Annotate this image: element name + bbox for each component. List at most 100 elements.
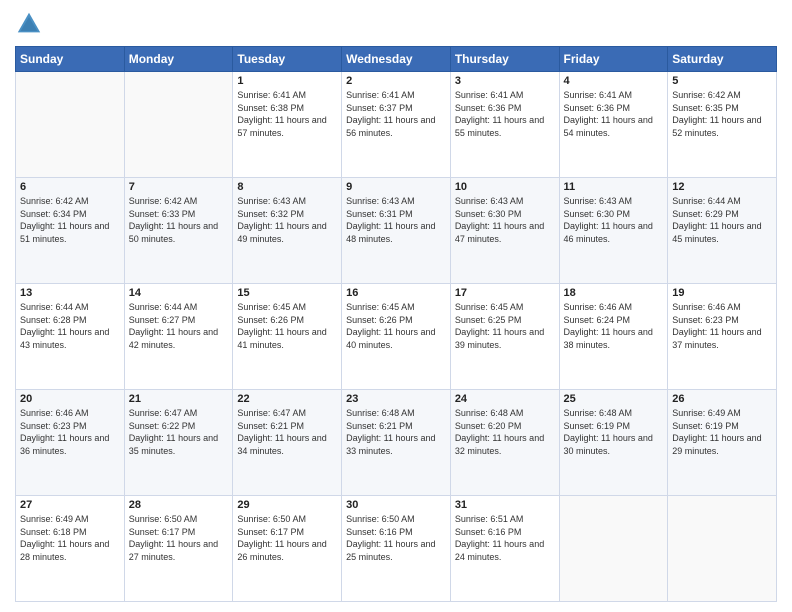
day-number: 25 xyxy=(564,393,664,405)
calendar-cell: 1 Sunrise: 6:41 AMSunset: 6:38 PMDaylight… xyxy=(233,72,342,178)
weekday-header-sunday: Sunday xyxy=(16,47,125,72)
day-number: 14 xyxy=(129,287,229,299)
calendar-cell xyxy=(16,72,125,178)
calendar-cell: 2 Sunrise: 6:41 AMSunset: 6:37 PMDaylight… xyxy=(342,72,451,178)
day-number: 23 xyxy=(346,393,446,405)
day-info: Sunrise: 6:44 AMSunset: 6:27 PMDaylight:… xyxy=(129,301,229,351)
calendar-cell: 7 Sunrise: 6:42 AMSunset: 6:33 PMDaylight… xyxy=(124,178,233,284)
day-number: 28 xyxy=(129,499,229,511)
header xyxy=(15,10,777,38)
day-info: Sunrise: 6:42 AMSunset: 6:33 PMDaylight:… xyxy=(129,195,229,245)
day-info: Sunrise: 6:50 AMSunset: 6:16 PMDaylight:… xyxy=(346,513,446,563)
calendar-cell: 13Sunrise: 6:44 AMSunset: 6:28 PMDayligh… xyxy=(16,284,125,390)
page: SundayMondayTuesdayWednesdayThursdayFrid… xyxy=(0,0,792,612)
day-info: Sunrise: 6:43 AMSunset: 6:30 PMDaylight:… xyxy=(564,195,664,245)
day-info: Sunrise: 6:41 AMSunset: 6:37 PMDaylight:… xyxy=(346,89,446,139)
day-number: 10 xyxy=(455,181,555,193)
day-number: 5 xyxy=(672,75,772,87)
day-info: Sunrise: 6:48 AMSunset: 6:20 PMDaylight:… xyxy=(455,407,555,457)
calendar-cell: 8Sunrise: 6:43 AMSunset: 6:32 PMDaylight… xyxy=(233,178,342,284)
calendar-cell: 21 Sunrise: 6:47 AMSunset: 6:22 PMDayligh… xyxy=(124,390,233,496)
day-number: 12 xyxy=(672,181,772,193)
calendar-cell: 11Sunrise: 6:43 AMSunset: 6:30 PMDayligh… xyxy=(559,178,668,284)
day-info: Sunrise: 6:49 AMSunset: 6:19 PMDaylight:… xyxy=(672,407,772,457)
weekday-header-saturday: Saturday xyxy=(668,47,777,72)
calendar-cell: 10 Sunrise: 6:43 AMSunset: 6:30 PMDayligh… xyxy=(450,178,559,284)
calendar-cell: 15 Sunrise: 6:45 AMSunset: 6:26 PMDayligh… xyxy=(233,284,342,390)
calendar-cell: 31Sunrise: 6:51 AMSunset: 6:16 PMDayligh… xyxy=(450,496,559,602)
day-number: 21 xyxy=(129,393,229,405)
day-info: Sunrise: 6:45 AMSunset: 6:26 PMDaylight:… xyxy=(346,301,446,351)
calendar-cell: 23 Sunrise: 6:48 AMSunset: 6:21 PMDayligh… xyxy=(342,390,451,496)
week-row-4: 20Sunrise: 6:46 AMSunset: 6:23 PMDayligh… xyxy=(16,390,777,496)
day-info: Sunrise: 6:47 AMSunset: 6:22 PMDaylight:… xyxy=(129,407,229,457)
day-number: 30 xyxy=(346,499,446,511)
day-info: Sunrise: 6:51 AMSunset: 6:16 PMDaylight:… xyxy=(455,513,555,563)
day-number: 8 xyxy=(237,181,337,193)
weekday-header-wednesday: Wednesday xyxy=(342,47,451,72)
day-info: Sunrise: 6:43 AMSunset: 6:30 PMDaylight:… xyxy=(455,195,555,245)
weekday-header-friday: Friday xyxy=(559,47,668,72)
calendar-cell: 29 Sunrise: 6:50 AMSunset: 6:17 PMDayligh… xyxy=(233,496,342,602)
calendar-cell: 19 Sunrise: 6:46 AMSunset: 6:23 PMDayligh… xyxy=(668,284,777,390)
calendar-cell: 24 Sunrise: 6:48 AMSunset: 6:20 PMDayligh… xyxy=(450,390,559,496)
week-row-1: 1 Sunrise: 6:41 AMSunset: 6:38 PMDaylight… xyxy=(16,72,777,178)
day-info: Sunrise: 6:43 AMSunset: 6:31 PMDaylight:… xyxy=(346,195,446,245)
day-number: 7 xyxy=(129,181,229,193)
day-number: 16 xyxy=(346,287,446,299)
day-info: Sunrise: 6:48 AMSunset: 6:21 PMDaylight:… xyxy=(346,407,446,457)
calendar-cell: 3Sunrise: 6:41 AMSunset: 6:36 PMDaylight… xyxy=(450,72,559,178)
calendar-cell xyxy=(124,72,233,178)
calendar-cell xyxy=(559,496,668,602)
day-info: Sunrise: 6:42 AMSunset: 6:34 PMDaylight:… xyxy=(20,195,120,245)
weekday-header-tuesday: Tuesday xyxy=(233,47,342,72)
day-number: 1 xyxy=(237,75,337,87)
weekday-header-monday: Monday xyxy=(124,47,233,72)
day-info: Sunrise: 6:41 AMSunset: 6:36 PMDaylight:… xyxy=(455,89,555,139)
calendar-cell: 5 Sunrise: 6:42 AMSunset: 6:35 PMDaylight… xyxy=(668,72,777,178)
calendar: SundayMondayTuesdayWednesdayThursdayFrid… xyxy=(15,46,777,602)
calendar-cell: 20Sunrise: 6:46 AMSunset: 6:23 PMDayligh… xyxy=(16,390,125,496)
calendar-cell: 17 Sunrise: 6:45 AMSunset: 6:25 PMDayligh… xyxy=(450,284,559,390)
calendar-cell: 27Sunrise: 6:49 AMSunset: 6:18 PMDayligh… xyxy=(16,496,125,602)
day-info: Sunrise: 6:50 AMSunset: 6:17 PMDaylight:… xyxy=(237,513,337,563)
day-number: 15 xyxy=(237,287,337,299)
day-info: Sunrise: 6:47 AMSunset: 6:21 PMDaylight:… xyxy=(237,407,337,457)
calendar-cell: 6 Sunrise: 6:42 AMSunset: 6:34 PMDaylight… xyxy=(16,178,125,284)
day-number: 9 xyxy=(346,181,446,193)
calendar-cell: 30 Sunrise: 6:50 AMSunset: 6:16 PMDayligh… xyxy=(342,496,451,602)
day-number: 6 xyxy=(20,181,120,193)
day-info: Sunrise: 6:50 AMSunset: 6:17 PMDaylight:… xyxy=(129,513,229,563)
day-info: Sunrise: 6:41 AMSunset: 6:36 PMDaylight:… xyxy=(564,89,664,139)
logo xyxy=(15,10,47,38)
day-info: Sunrise: 6:46 AMSunset: 6:24 PMDaylight:… xyxy=(564,301,664,351)
day-info: Sunrise: 6:44 AMSunset: 6:29 PMDaylight:… xyxy=(672,195,772,245)
day-info: Sunrise: 6:41 AMSunset: 6:38 PMDaylight:… xyxy=(237,89,337,139)
day-number: 29 xyxy=(237,499,337,511)
day-info: Sunrise: 6:45 AMSunset: 6:25 PMDaylight:… xyxy=(455,301,555,351)
calendar-cell: 12 Sunrise: 6:44 AMSunset: 6:29 PMDayligh… xyxy=(668,178,777,284)
day-number: 13 xyxy=(20,287,120,299)
week-row-3: 13Sunrise: 6:44 AMSunset: 6:28 PMDayligh… xyxy=(16,284,777,390)
day-number: 18 xyxy=(564,287,664,299)
weekday-header-thursday: Thursday xyxy=(450,47,559,72)
day-number: 27 xyxy=(20,499,120,511)
calendar-cell: 9 Sunrise: 6:43 AMSunset: 6:31 PMDaylight… xyxy=(342,178,451,284)
week-row-2: 6 Sunrise: 6:42 AMSunset: 6:34 PMDaylight… xyxy=(16,178,777,284)
day-info: Sunrise: 6:46 AMSunset: 6:23 PMDaylight:… xyxy=(20,407,120,457)
calendar-cell: 28 Sunrise: 6:50 AMSunset: 6:17 PMDayligh… xyxy=(124,496,233,602)
day-number: 17 xyxy=(455,287,555,299)
day-info: Sunrise: 6:48 AMSunset: 6:19 PMDaylight:… xyxy=(564,407,664,457)
calendar-cell: 16 Sunrise: 6:45 AMSunset: 6:26 PMDayligh… xyxy=(342,284,451,390)
day-number: 26 xyxy=(672,393,772,405)
calendar-cell xyxy=(668,496,777,602)
calendar-cell: 26 Sunrise: 6:49 AMSunset: 6:19 PMDayligh… xyxy=(668,390,777,496)
weekday-header-row: SundayMondayTuesdayWednesdayThursdayFrid… xyxy=(16,47,777,72)
day-info: Sunrise: 6:42 AMSunset: 6:35 PMDaylight:… xyxy=(672,89,772,139)
day-info: Sunrise: 6:45 AMSunset: 6:26 PMDaylight:… xyxy=(237,301,337,351)
day-info: Sunrise: 6:46 AMSunset: 6:23 PMDaylight:… xyxy=(672,301,772,351)
day-number: 24 xyxy=(455,393,555,405)
day-number: 19 xyxy=(672,287,772,299)
day-number: 2 xyxy=(346,75,446,87)
week-row-5: 27Sunrise: 6:49 AMSunset: 6:18 PMDayligh… xyxy=(16,496,777,602)
